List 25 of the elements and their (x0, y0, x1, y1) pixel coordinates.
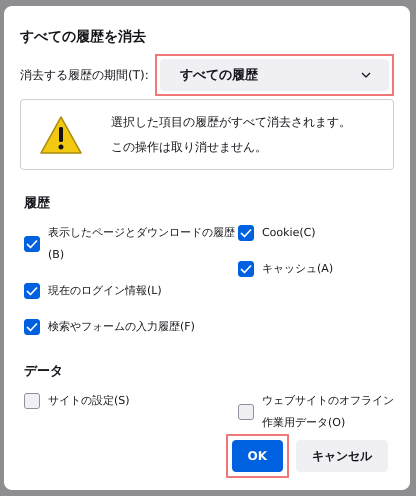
range-dropdown[interactable]: すべての履歴 (160, 59, 389, 91)
range-label: 消去する履歴の期間(T): (20, 66, 149, 84)
checkbox[interactable] (238, 404, 254, 420)
section-title: データ (24, 363, 64, 380)
warning-text: この操作は取り消せません。 (111, 138, 268, 156)
checkbox-label: 検索やフォームの入力履歴(F) (48, 319, 195, 335)
warning-text: 選択した項目の履歴がすべて消去されます。 (111, 114, 351, 130)
checkbox[interactable] (24, 393, 40, 409)
checkbox-label: キャッシュ(A) (262, 261, 334, 277)
checkbox[interactable] (24, 283, 40, 299)
checkbox[interactable] (24, 319, 40, 335)
cancel-button[interactable]: キャンセル (296, 440, 388, 472)
chevron-down-icon (361, 72, 371, 78)
checkbox[interactable] (238, 261, 254, 277)
checkbox-label: Cookie(C) (262, 225, 316, 241)
checkbox[interactable] (24, 236, 40, 252)
checkbox[interactable] (238, 225, 254, 241)
ok-button[interactable]: OK (232, 440, 283, 472)
warning-icon (39, 114, 83, 154)
section-title: 履歴 (24, 195, 51, 212)
checkbox-label: ウェブサイトのオフライン作業用データ(O) (262, 393, 394, 431)
dialog-title: すべての履歴を消去 (20, 28, 147, 46)
checkbox-label: 表示したページとダウンロードの履歴(B) (48, 225, 236, 263)
checkbox-label: 現在のログイン情報(L) (48, 283, 162, 299)
checkbox-label: サイトの設定(S) (48, 393, 130, 409)
